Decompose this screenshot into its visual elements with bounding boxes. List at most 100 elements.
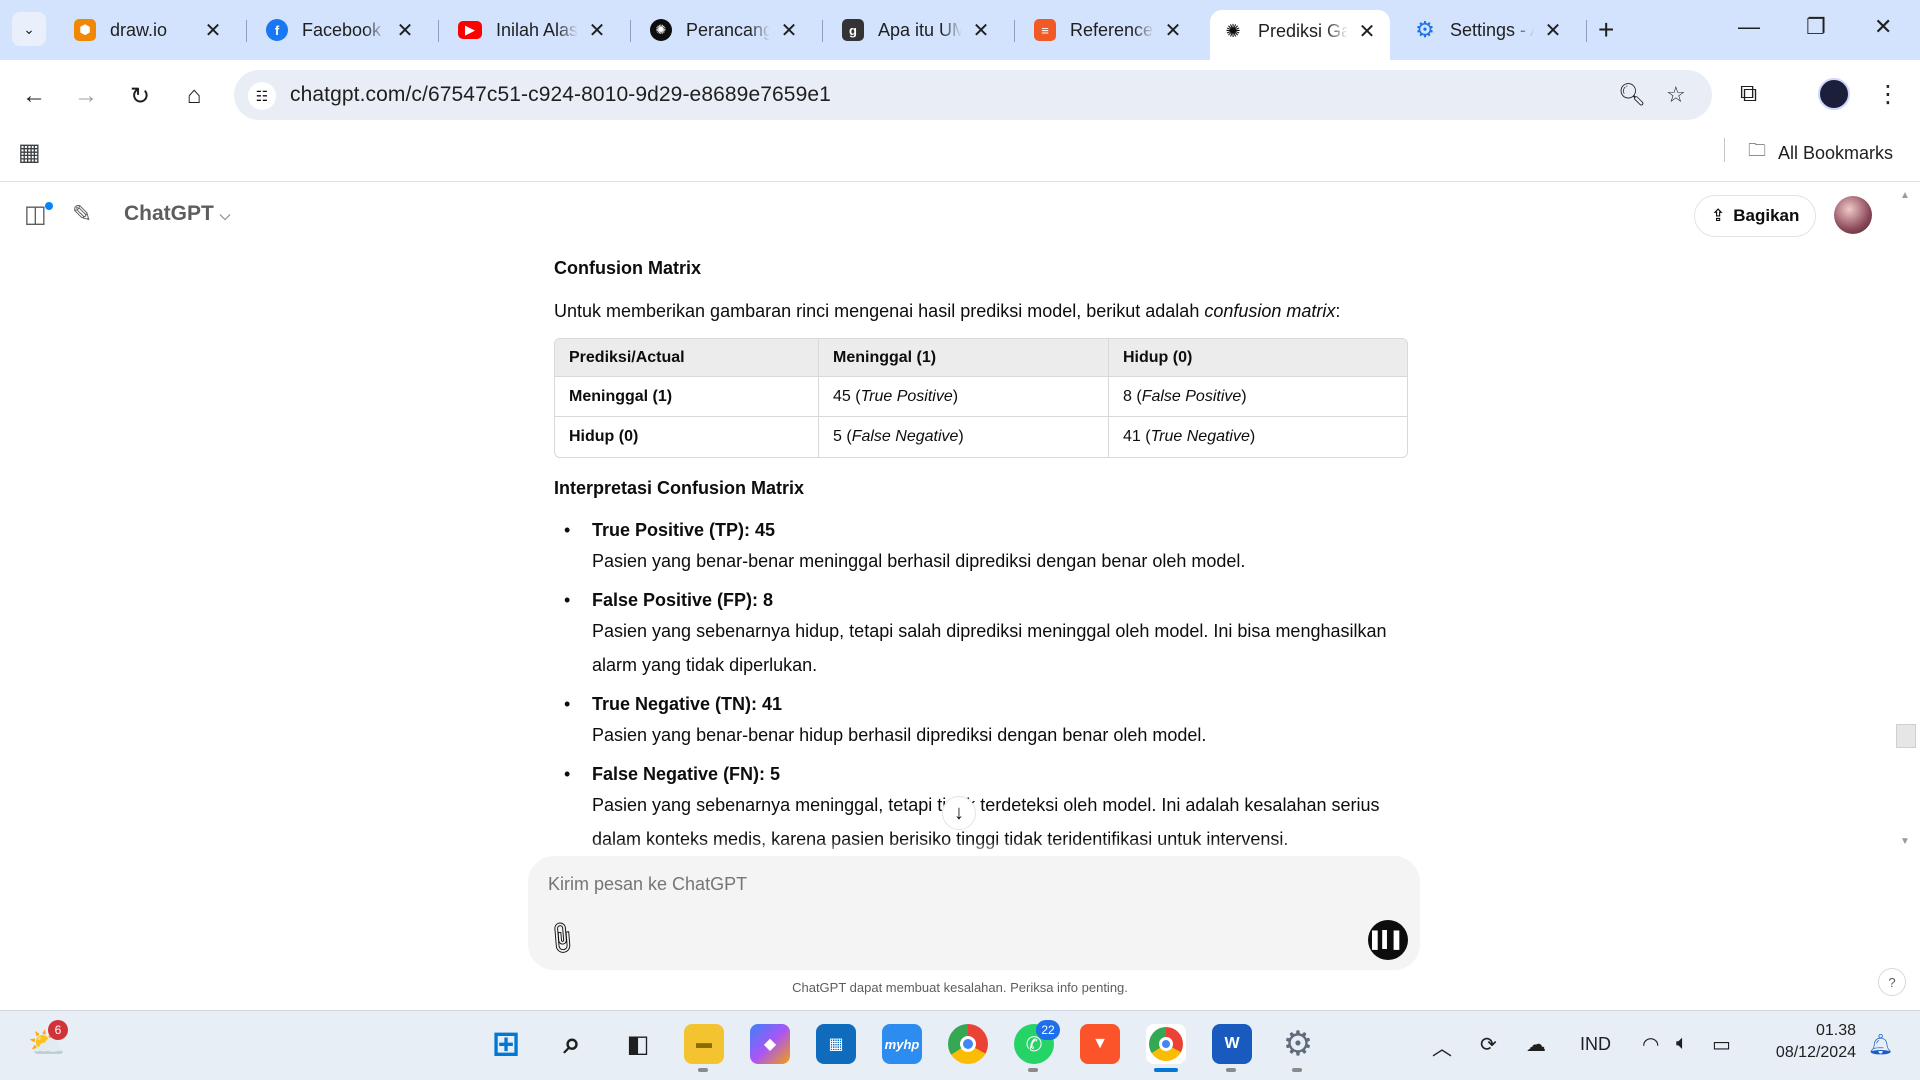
list-item: • True Negative (TN): 41 Pasien yang benar…	[564, 694, 1207, 745]
interpretation-title: Interpretasi Confusion Matrix	[554, 478, 805, 498]
microsoft-store-icon[interactable]: ▦	[816, 1024, 856, 1064]
close-icon[interactable]: ✕	[778, 18, 800, 43]
close-icon[interactable]: ✕	[970, 18, 992, 43]
assistant-message: Confusion Matrix Untuk memberikan gambar…	[554, 248, 1408, 866]
plus-icon: +	[1598, 14, 1615, 45]
close-icon[interactable]: ✕	[1162, 18, 1184, 43]
myhp-icon[interactable]: myhp	[882, 1024, 922, 1064]
copilot-icon[interactable]: ◆	[750, 1024, 790, 1064]
tab-prediksi-active[interactable]: ✺ Prediksi Gagal ✕	[1210, 10, 1390, 60]
notification-bell-icon[interactable]: 🔔︎	[1868, 1032, 1893, 1057]
chevron-down-icon: ⌵	[219, 207, 231, 223]
back-button[interactable]: ←	[18, 80, 50, 112]
chrome-active-icon[interactable]	[1146, 1024, 1186, 1064]
youtube-icon: ▶	[458, 21, 482, 39]
user-avatar[interactable]	[1834, 196, 1872, 234]
scroll-down-arrow[interactable]: ▼	[1900, 836, 1910, 847]
tab-chatgpt-perancangan[interactable]: ✺ Perancangan ✕	[638, 10, 812, 50]
facebook-icon: f	[266, 19, 288, 41]
tab-search-button[interactable]: ⌄	[12, 12, 46, 46]
tab-references[interactable]: ≡ References ✕	[1022, 10, 1196, 50]
tab-settings[interactable]: ⚙ Settings - Apps ✕	[1402, 10, 1576, 50]
system-clock[interactable]: 01.38 08/12/2024	[1760, 1020, 1856, 1064]
chrome-icon[interactable]	[948, 1024, 988, 1064]
brave-icon[interactable]: ▼	[1080, 1024, 1120, 1064]
weather-badge: 6	[48, 1020, 68, 1040]
folder-icon: 🗀	[1748, 140, 1766, 160]
tab-separator	[630, 20, 631, 42]
tab-drawio[interactable]: ⬢ draw.io ✕	[62, 10, 236, 50]
confusion-matrix-table: Prediksi/Actual Meninggal (1) Hidup (0) …	[554, 338, 1408, 458]
tab-separator	[822, 20, 823, 42]
volume-icon[interactable]: 🔈︎	[1676, 1032, 1688, 1055]
onedrive-cloud-icon[interactable]: ☁	[1526, 1032, 1546, 1057]
bookmarks-bar	[0, 126, 1920, 182]
section-title: Confusion Matrix	[554, 258, 701, 278]
list-item: • True Positive (TP): 45 Pasien yang benar…	[564, 520, 1246, 571]
search-icon[interactable]: ⌕	[552, 1024, 592, 1064]
task-view-icon[interactable]: ◧	[618, 1024, 658, 1064]
reference-icon: ≡	[1034, 19, 1056, 41]
upload-icon: ⇪	[1711, 206, 1726, 225]
scroll-up-arrow[interactable]: ▲	[1900, 190, 1910, 201]
close-icon[interactable]: ✕	[586, 18, 608, 43]
reload-button[interactable]: ↻	[124, 80, 156, 112]
wifi-icon[interactable]: ◠	[1642, 1032, 1659, 1057]
windows-start-icon[interactable]: ⊞	[486, 1024, 526, 1064]
tab-youtube[interactable]: ▶ Inilah Alasan ✕	[446, 10, 620, 50]
new-tab-button[interactable]: +	[1598, 14, 1614, 46]
profile-avatar[interactable]	[1818, 78, 1850, 110]
home-button[interactable]: ⌂	[178, 80, 210, 112]
address-bar[interactable]: ☷ chatgpt.com/c/67547c51-c924-8010-9d29-…	[234, 70, 1712, 120]
extensions-icon[interactable]: ⧉	[1740, 80, 1757, 108]
share-button[interactable]: ⇪ Bagikan	[1694, 195, 1817, 237]
tab-separator	[438, 20, 439, 42]
intro-paragraph: Untuk memberikan gambaran rinci mengenai…	[554, 301, 1341, 321]
site-info-icon[interactable]: ☷	[248, 82, 276, 110]
all-bookmarks-button[interactable]: 🗀 All Bookmarks	[1748, 138, 1893, 168]
tab-facebook[interactable]: f Facebook ✕	[254, 10, 428, 50]
scroll-to-bottom-button[interactable]: ↓	[942, 796, 976, 830]
arrow-right-icon: →	[74, 82, 98, 109]
drawio-icon: ⬢	[74, 19, 96, 41]
app-indicator	[698, 1068, 708, 1072]
waveform-icon: ▌▍▌	[1372, 932, 1405, 949]
file-explorer-icon[interactable]: ▬	[684, 1024, 724, 1064]
close-icon[interactable]: ✕	[202, 18, 224, 43]
message-input[interactable]	[548, 874, 1348, 895]
menu-kebab-icon[interactable]: ⋮	[1876, 80, 1900, 109]
reload-icon: ↻	[129, 82, 151, 110]
voice-mode-button[interactable]: ▌▍▌	[1368, 920, 1408, 960]
minimize-button[interactable]: —	[1738, 14, 1760, 40]
sidebar-toggle-icon[interactable]: ◫	[24, 200, 47, 229]
app-indicator	[1226, 1068, 1236, 1072]
forward-button[interactable]: →	[70, 80, 102, 112]
chevron-up-icon[interactable]: ︿	[1432, 1032, 1452, 1061]
scrollbar-thumb[interactable]	[1896, 724, 1916, 748]
tab-separator	[1014, 20, 1015, 42]
url-text[interactable]: chatgpt.com/c/67547c51-c924-8010-9d29-e8…	[290, 83, 831, 107]
zoom-icon[interactable]: 🔍︎	[1618, 82, 1646, 108]
new-chat-icon[interactable]: ✎	[72, 200, 92, 229]
restore-button[interactable]: ❐	[1806, 14, 1826, 40]
arrow-down-icon: ↓	[954, 801, 964, 824]
g-icon: g	[842, 19, 864, 41]
bookmark-star-icon[interactable]: ☆	[1666, 82, 1686, 108]
help-button[interactable]: ?	[1878, 968, 1906, 996]
chevron-down-icon: ⌄	[23, 20, 35, 37]
battery-icon[interactable]: ▭	[1712, 1032, 1731, 1057]
close-icon[interactable]: ✕	[394, 18, 416, 43]
table-header-row: Prediksi/Actual Meninggal (1) Hidup (0)	[555, 339, 1407, 377]
arrow-left-icon: ←	[22, 82, 46, 109]
apps-grid-icon[interactable]: ▦	[18, 138, 41, 167]
tab-uml[interactable]: g Apa itu UML ✕	[830, 10, 1004, 50]
settings-gear-icon[interactable]: ⚙	[1278, 1024, 1318, 1064]
word-icon[interactable]: W	[1212, 1024, 1252, 1064]
model-selector[interactable]: ChatGPT ⌵	[124, 202, 230, 226]
close-window-button[interactable]: ✕	[1874, 14, 1892, 40]
close-icon[interactable]: ✕	[1356, 19, 1378, 44]
paperclip-icon[interactable]: 📎︎	[540, 918, 582, 960]
close-icon[interactable]: ✕	[1542, 18, 1564, 43]
input-language[interactable]: IND	[1580, 1034, 1611, 1055]
sync-icon[interactable]: ⟳	[1480, 1032, 1497, 1057]
